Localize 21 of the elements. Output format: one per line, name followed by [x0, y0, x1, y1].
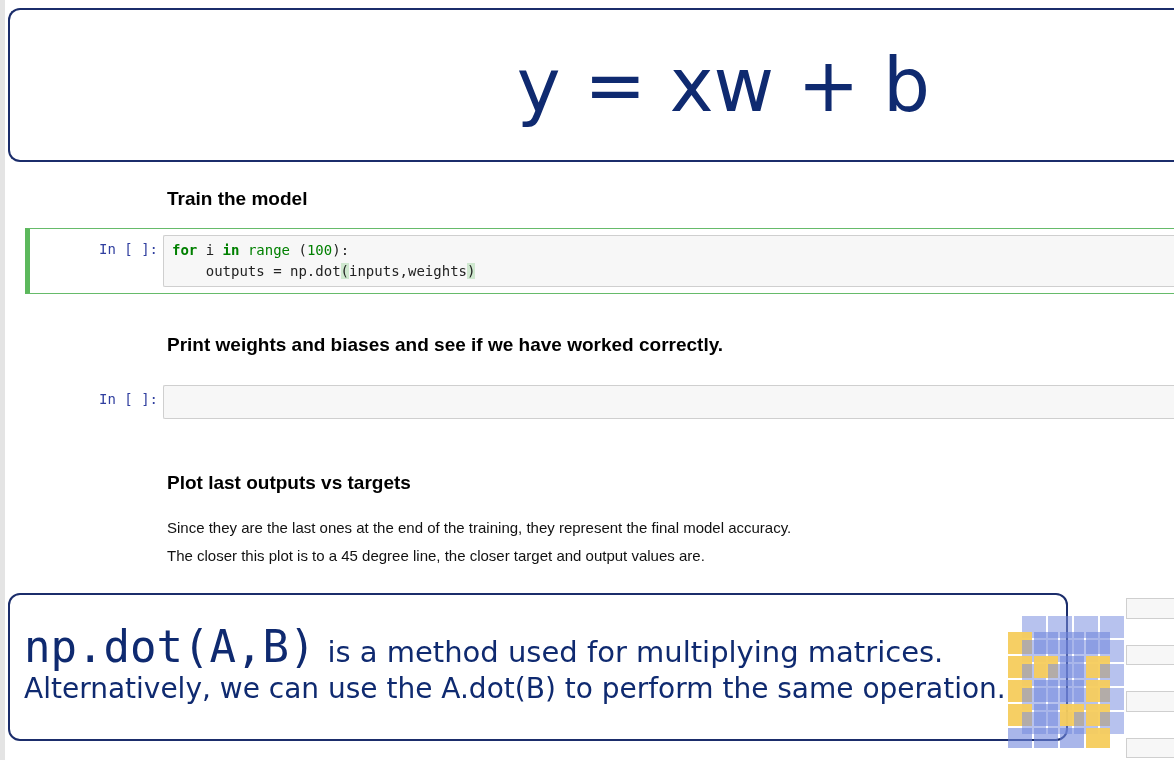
- code-input[interactable]: [1126, 737, 1174, 758]
- code-input[interactable]: [163, 385, 1174, 419]
- code-cell[interactable]: In [ ]: for i in range (100): outputs = np.dot(inputs,weights): [25, 228, 1174, 294]
- code-input[interactable]: [1126, 598, 1174, 619]
- section-heading: Plot last outputs vs targets: [167, 472, 412, 494]
- code-cell[interactable]: In [ ]:: [25, 378, 1174, 426]
- note-text: is a method used for multiplying matrices.: [327, 635, 944, 669]
- paragraph: Since they are the last ones at the end of the training, they represent the final model accuracy.: [167, 518, 793, 538]
- code-snippet: np.dot(A,B): [24, 621, 316, 672]
- code-input[interactable]: [1126, 644, 1174, 665]
- section-heading: Train the model: [167, 188, 309, 210]
- note-text: Alternatively, we can use the A.dot(B) to perform the same operation.: [24, 672, 1007, 705]
- code-input[interactable]: for i in range (100): outputs = np.dot(inputs,weights): [163, 235, 1174, 287]
- formula: y = xw + b: [515, 40, 931, 130]
- input-prompt: In [ ]:: [98, 240, 159, 257]
- paragraph: The closer this plot is to a 45 degree line, the closer target and output values are.: [167, 546, 706, 566]
- input-prompt: In [ ]:: [98, 390, 159, 407]
- code-input[interactable]: [1126, 691, 1174, 712]
- code-line: for i in range (100):: [172, 241, 351, 260]
- code-line: outputs = np.dot(inputs,weights): [204, 262, 477, 281]
- section-heading: Print weights and biases and see if we have worked correctly.: [167, 334, 725, 356]
